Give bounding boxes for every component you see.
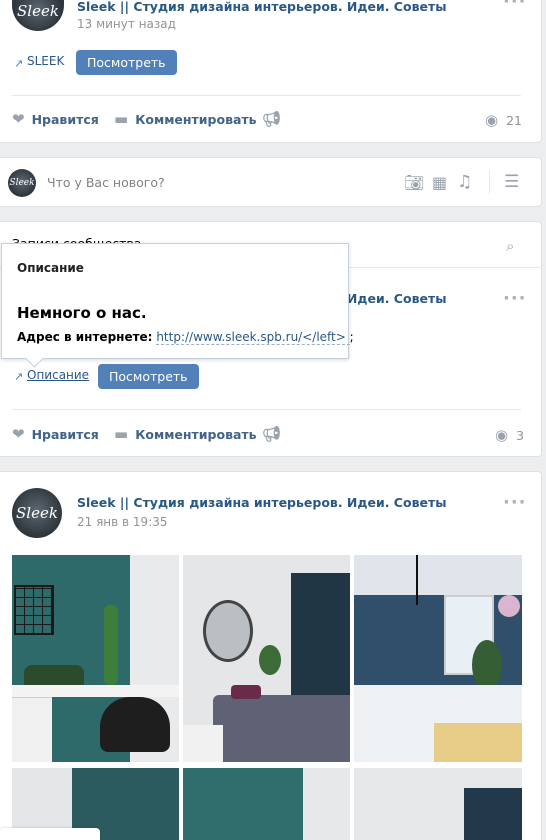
- divider: [12, 95, 521, 96]
- more-options-icon[interactable]: ···: [503, 288, 527, 309]
- avatar[interactable]: Sleek: [8, 169, 36, 197]
- photo-grid: [14, 585, 54, 635]
- photo-pillow: [231, 685, 261, 699]
- popup-title: Описание: [17, 261, 84, 275]
- address-tail: ;: [349, 330, 354, 344]
- avatar[interactable]: Sleek: [12, 488, 62, 538]
- heart-icon: ❤: [12, 425, 25, 443]
- popup-address: Адрес в интернете: http://www.sleek.spb.…: [17, 330, 354, 345]
- photo-plant: [472, 640, 502, 690]
- comment-icon: ▬: [114, 110, 129, 128]
- share-button[interactable]: 📢︎: [262, 110, 281, 128]
- photo-mirror: [203, 600, 253, 662]
- eye-icon: ◉: [485, 111, 499, 129]
- megaphone-icon: 📢︎: [262, 110, 282, 128]
- comment-button[interactable]: ▬ Комментировать: [114, 425, 257, 443]
- bottom-overlay: [0, 828, 100, 840]
- eye-icon: ◉: [495, 426, 509, 444]
- photo-plants-shelf: [24, 665, 84, 687]
- post-photo[interactable]: [183, 768, 350, 840]
- post-photo[interactable]: [354, 768, 522, 840]
- photo-bed: [213, 695, 350, 762]
- photo-chair: [100, 697, 170, 752]
- divider: [489, 170, 490, 194]
- photo-drawers: [12, 697, 52, 762]
- link-icon: ↗: [14, 57, 24, 70]
- music-icon[interactable]: ♫: [457, 172, 472, 192]
- description-popup: Описание Немного о нас. Адрес в интернет…: [1, 243, 354, 359]
- post-date[interactable]: 21 янв в 19:35: [77, 515, 168, 529]
- camera-icon[interactable]: 📷︎: [404, 173, 424, 192]
- photo-pendant: [416, 555, 418, 605]
- more-options-icon[interactable]: ···: [503, 0, 527, 12]
- heart-icon: ❤: [12, 110, 25, 128]
- attachment-link[interactable]: Описание: [27, 368, 89, 382]
- photo-sofa: [434, 723, 522, 762]
- popup-heading: Немного о нас.: [17, 304, 147, 322]
- photo-navy-wall: [464, 788, 522, 840]
- composer-card: Sleek Что у Вас нового? 📷︎ ▦ ♫ ☰: [0, 157, 542, 207]
- address-link[interactable]: http://www.sleek.spb.ru/</left>: [156, 330, 350, 345]
- sort-icon[interactable]: ☰: [504, 172, 519, 192]
- view-button[interactable]: Посмотреть: [98, 364, 199, 389]
- post-date[interactable]: 13 минут назад: [77, 17, 176, 31]
- divider: [12, 409, 521, 410]
- post-author[interactable]: Sleek || Студия дизайна интерьеров. Идеи…: [77, 0, 447, 14]
- photo-desk: [12, 685, 179, 697]
- attachment-link[interactable]: SLEEK: [27, 54, 64, 68]
- photo-plant: [259, 645, 281, 675]
- post-photo[interactable]: [12, 555, 179, 762]
- post-card-1: Sleek Sleek || Студия дизайна интерьеров…: [0, 0, 542, 143]
- comment-button[interactable]: ▬ Комментировать: [114, 110, 257, 128]
- views-counter: ◉ 3: [495, 426, 525, 444]
- post-card-3: Sleek Sleek || Студия дизайна интерьеров…: [0, 471, 542, 840]
- more-options-icon[interactable]: ···: [503, 492, 527, 513]
- photo-plant: [104, 605, 118, 685]
- like-button[interactable]: ❤ Нравится: [12, 425, 99, 443]
- link-icon: ↗: [14, 370, 24, 383]
- video-icon[interactable]: ▦: [432, 173, 447, 192]
- photo-wall-light: [303, 768, 350, 840]
- post-author[interactable]: Sleek || Студия дизайна интерьеров. Идеи…: [77, 495, 447, 510]
- post-photo[interactable]: [354, 555, 522, 762]
- avatar[interactable]: Sleek: [12, 0, 64, 31]
- megaphone-icon: 📢︎: [262, 425, 282, 443]
- search-icon[interactable]: ⌕: [506, 237, 514, 255]
- address-label: Адрес в интернете:: [17, 330, 153, 344]
- view-button[interactable]: Посмотреть: [76, 50, 177, 75]
- composer-input[interactable]: Что у Вас нового?: [47, 175, 165, 190]
- comment-icon: ▬: [114, 425, 129, 443]
- photo-floor: [183, 725, 223, 762]
- views-counter: ◉ 21: [485, 111, 522, 129]
- photo-round-art: [498, 595, 520, 617]
- post-photo[interactable]: [183, 555, 350, 762]
- like-button[interactable]: ❤ Нравится: [12, 110, 99, 128]
- share-button[interactable]: 📢︎: [262, 425, 281, 443]
